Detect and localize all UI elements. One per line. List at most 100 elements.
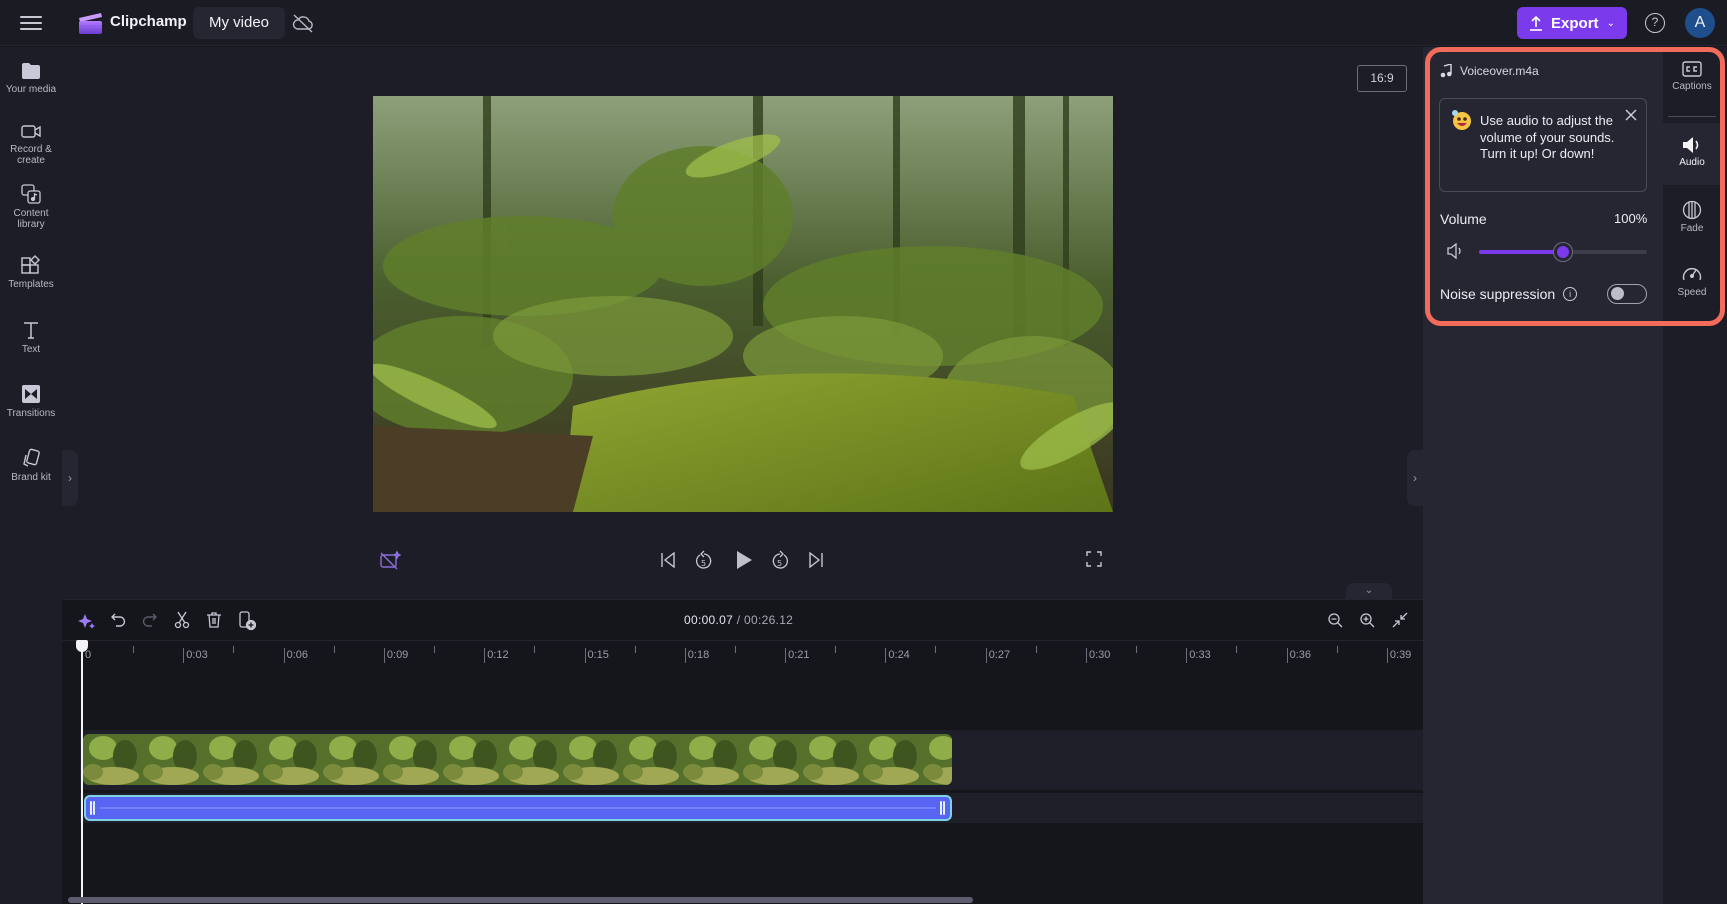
- rail-tab-captions[interactable]: Captions: [1663, 60, 1721, 110]
- project-title[interactable]: My video: [193, 7, 286, 39]
- magic-camera-off-icon[interactable]: [379, 550, 401, 570]
- sidebar-item-record-create[interactable]: Record & create: [0, 121, 62, 166]
- fit-timeline-icon[interactable]: [1391, 611, 1409, 629]
- video-clip-thumbnails: [83, 734, 952, 785]
- fullscreen-icon[interactable]: [1086, 551, 1102, 567]
- content-library-icon: [21, 184, 41, 204]
- split-scissors-icon[interactable]: [174, 611, 190, 629]
- skip-to-end-icon[interactable]: [808, 551, 824, 569]
- ruler-tick-label: 0:15: [584, 648, 609, 663]
- playhead-line: [81, 640, 83, 904]
- menu-icon[interactable]: [20, 14, 42, 32]
- play-icon[interactable]: [734, 549, 754, 571]
- playhead-handle[interactable]: [76, 640, 88, 652]
- video-preview[interactable]: [373, 96, 1113, 512]
- music-note-icon: [1440, 64, 1452, 78]
- file-header: Voiceover.m4a: [1440, 64, 1539, 78]
- timecode: 00:00.07 / 00:26.12: [684, 613, 793, 627]
- sidebar-item-label: Text: [21, 344, 41, 355]
- text-icon: [24, 322, 38, 339]
- sidebar-item-label: Transitions: [6, 408, 56, 419]
- zoom-in-icon[interactable]: [1359, 612, 1375, 628]
- cloud-off-icon[interactable]: [292, 13, 314, 33]
- upload-icon: [1530, 15, 1543, 31]
- volume-slider[interactable]: [1479, 243, 1647, 261]
- time-ruler[interactable]: 0 0:03 0:06 0:09 0:12 0:15 0:18 0:21 0:24 0:27 0:3…: [62, 640, 1423, 666]
- sidebar-item-templates[interactable]: Templates: [0, 254, 62, 290]
- rewind-5-icon[interactable]: 5: [694, 549, 714, 571]
- ruler-tick-label: 0:21: [785, 648, 810, 663]
- svg-text:5: 5: [777, 559, 782, 568]
- left-trim-handle[interactable]: [90, 801, 96, 815]
- volume-slider-thumb[interactable]: [1554, 243, 1572, 261]
- noise-suppression-toggle[interactable]: [1607, 284, 1647, 304]
- clip-thumbnail-frame: [863, 734, 923, 785]
- clip-thumbnail-frame: [83, 734, 143, 785]
- clip-thumbnail-frame: [623, 734, 683, 785]
- folder-icon: [22, 63, 40, 79]
- ruler-tick-label: 0:06: [283, 648, 308, 663]
- info-icon[interactable]: i: [1563, 287, 1578, 301]
- redo-icon[interactable]: [142, 612, 158, 628]
- right-trim-handle[interactable]: [940, 801, 946, 815]
- clip-thumbnail-frame: [143, 734, 203, 785]
- audio-icon: [1683, 137, 1699, 153]
- help-icon[interactable]: ?: [1645, 13, 1665, 33]
- expand-sidebar-handle[interactable]: ›: [62, 450, 78, 506]
- video-clip[interactable]: [83, 734, 952, 785]
- ruler-tick-label: 0:24: [885, 648, 910, 663]
- forward-5-icon[interactable]: 5: [770, 549, 790, 571]
- speaker-icon[interactable]: [1446, 243, 1464, 259]
- add-to-timeline-icon[interactable]: [238, 611, 256, 631]
- avatar[interactable]: A: [1685, 8, 1715, 38]
- ruler-minor-tick: [1336, 646, 1338, 653]
- ruler-minor-tick: [1035, 646, 1037, 653]
- ruler-tick-label: 0:09: [383, 648, 408, 663]
- time-separator: /: [733, 613, 745, 627]
- audio-tip-card: Use audio to adjust the volume of your s…: [1439, 98, 1647, 192]
- noise-suppression-label: Noise suppression: [1440, 286, 1556, 302]
- rail-tab-fade[interactable]: Fade: [1663, 200, 1721, 250]
- clipchamp-editor: Clipchamp My video Export ⌄ ? A Your med…: [0, 0, 1727, 904]
- ruler-minor-tick: [734, 646, 736, 653]
- ruler-tick-label: 0:39: [1386, 648, 1411, 663]
- ruler-minor-tick: [1236, 646, 1238, 653]
- ruler-minor-tick: [935, 646, 937, 653]
- rail-tab-speed[interactable]: Speed: [1663, 264, 1721, 314]
- rail-tab-audio[interactable]: Audio: [1663, 123, 1721, 185]
- clip-thumbnail-frame: [803, 734, 863, 785]
- ai-sparkle-icon[interactable]: [78, 612, 96, 630]
- sidebar-item-transitions[interactable]: Transitions: [0, 383, 62, 419]
- clip-thumbnail-frame: [923, 734, 952, 785]
- sidebar-item-label: Content: [13, 208, 49, 219]
- close-icon[interactable]: [1624, 108, 1638, 122]
- clip-thumbnail-frame: [503, 734, 563, 785]
- zoom-out-icon[interactable]: [1327, 612, 1343, 628]
- clip-thumbnail-frame: [443, 734, 503, 785]
- sidebar-item-brand-kit[interactable]: Brand kit: [0, 447, 62, 483]
- undo-icon[interactable]: [110, 612, 126, 628]
- rail-divider: [1668, 116, 1716, 117]
- volume-slider-fill: [1479, 250, 1563, 254]
- ruler-tick-label: 0:33: [1186, 648, 1211, 663]
- skip-to-start-icon[interactable]: [660, 551, 676, 569]
- aspect-ratio-button[interactable]: 16:9: [1357, 65, 1407, 92]
- clip-thumbnail-frame: [563, 734, 623, 785]
- ruler-minor-tick: [1136, 646, 1137, 653]
- clip-thumbnail-frame: [323, 734, 383, 785]
- sidebar-item-your-media[interactable]: Your media: [0, 61, 62, 95]
- timeline-toolbar: 00:00.07 / 00:26.12: [62, 600, 1423, 640]
- clip-thumbnail-frame: [203, 734, 263, 785]
- clip-thumbnail-frame: [263, 734, 323, 785]
- timeline-scrollbar[interactable]: [68, 897, 973, 903]
- expand-panel-handle[interactable]: ›: [1407, 450, 1423, 506]
- collapse-preview-handle[interactable]: ⌄: [1346, 583, 1392, 599]
- speed-icon: [1682, 267, 1702, 281]
- export-button[interactable]: Export ⌄: [1517, 7, 1627, 39]
- jungle-scene-image: [373, 96, 1113, 512]
- delete-icon[interactable]: [206, 611, 222, 629]
- sidebar-item-text[interactable]: Text: [0, 319, 62, 355]
- left-sidebar: Your media Record & create Content libra…: [0, 47, 62, 904]
- audio-clip-voiceover[interactable]: [84, 795, 952, 821]
- sidebar-item-content-library[interactable]: Content library: [0, 183, 62, 230]
